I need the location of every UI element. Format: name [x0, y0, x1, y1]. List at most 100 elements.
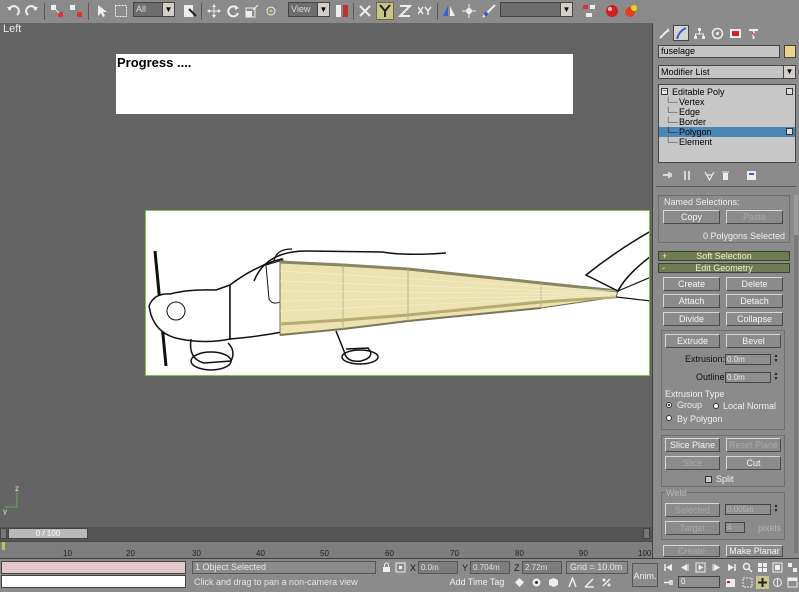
restrict-to-xy-plane-icon[interactable] [416, 2, 434, 20]
weld-threshold-spinner[interactable]: 0.005m [725, 504, 771, 515]
paste-button[interactable]: Paste [726, 210, 783, 224]
z-coordinate-field[interactable]: 2.72m [522, 561, 562, 574]
add-time-tag-button[interactable]: Add Time Tag [445, 576, 509, 588]
time-slider-next-icon[interactable] [643, 528, 650, 539]
schematic-view-icon[interactable] [580, 2, 598, 20]
extrusion-spinner[interactable]: 0.0m [725, 354, 771, 365]
show-end-result-icon[interactable] [680, 168, 694, 182]
material-editor-icon[interactable] [603, 2, 621, 20]
selection-filter-dropdown[interactable]: All ▼ [133, 2, 175, 17]
select-and-link-icon[interactable] [48, 2, 66, 20]
x-coordinate-field[interactable]: 0.0m [418, 561, 458, 574]
restrict-to-y-icon[interactable] [376, 2, 394, 20]
bevel-button[interactable]: Bevel [726, 334, 781, 348]
viewport-label[interactable]: Left [3, 23, 21, 35]
maximize-viewport-icon[interactable] [786, 576, 799, 589]
unlink-selection-icon[interactable] [67, 2, 85, 20]
make-unique-icon[interactable] [702, 168, 716, 182]
lock-selection-icon[interactable] [380, 561, 393, 574]
weld-selected-button[interactable]: Selected [665, 503, 720, 517]
delete-button[interactable]: Delete [726, 277, 783, 291]
stack-item-element[interactable]: └─ Element [659, 137, 795, 147]
select-and-manipulate-icon[interactable] [262, 2, 280, 20]
time-configuration-icon[interactable] [724, 576, 737, 589]
outline-spinner[interactable]: 0.0m [725, 372, 771, 383]
local-normal-radio[interactable] [713, 403, 719, 409]
key-mode-toggle-icon[interactable] [662, 576, 675, 589]
motion-tab-icon[interactable] [709, 25, 725, 41]
align-icon[interactable] [460, 2, 478, 20]
absolute-mode-icon[interactable] [394, 561, 407, 574]
selection-lock-toggle-icon[interactable] [547, 576, 560, 589]
weld-target-button[interactable]: Target [665, 521, 720, 535]
time-slider[interactable]: 0 / 100 [0, 527, 652, 541]
y-coordinate-field[interactable]: 0.704m [470, 561, 510, 574]
edit-geometry-rollout-header[interactable]: - Edit Geometry [658, 263, 790, 273]
stack-item-border[interactable]: └─ Border [659, 117, 795, 127]
create-shape-button[interactable]: Create Shape [663, 545, 720, 566]
detach-button[interactable]: Detach [726, 294, 783, 308]
zoom-all-icon[interactable] [756, 561, 769, 574]
restrict-to-x-icon[interactable] [356, 2, 374, 20]
arc-rotate-icon[interactable] [771, 576, 784, 589]
time-slider-prev-icon[interactable] [0, 528, 7, 539]
create-button[interactable]: Create [663, 277, 720, 291]
spinner-arrows-icon[interactable]: ▲ ▼ [773, 372, 779, 383]
attach-button[interactable]: Attach [663, 294, 720, 308]
named-selection-sets-dropdown[interactable]: ▼ [500, 2, 573, 17]
snap-toggle-icon[interactable] [566, 576, 579, 589]
use-pivot-center-icon[interactable] [333, 2, 351, 20]
split-checkbox[interactable] [705, 476, 712, 483]
maxscript-listener-input[interactable] [1, 575, 186, 588]
divide-button[interactable]: Divide [663, 312, 720, 326]
select-and-scale-icon[interactable] [243, 2, 261, 20]
by-polygon-radio[interactable] [666, 415, 672, 421]
remove-modifier-icon[interactable] [718, 168, 732, 182]
slice-button[interactable]: Slice [665, 456, 720, 470]
scrollbar-thumb[interactable] [794, 195, 798, 235]
rectangular-selection-icon[interactable] [112, 2, 130, 20]
soft-selection-rollout-header[interactable]: + Soft Selection [658, 251, 790, 261]
stack-item-polygon[interactable]: └─ Polygon [659, 127, 795, 137]
mirror-icon[interactable] [440, 2, 458, 20]
configure-modifier-sets-icon[interactable] [744, 168, 758, 182]
zoom-icon[interactable] [741, 561, 754, 574]
go-to-start-icon[interactable] [662, 561, 675, 574]
current-frame-field[interactable]: 0 [678, 576, 720, 588]
spinner-arrows-icon[interactable]: ▲ ▼ [773, 504, 779, 515]
zoom-extents-icon[interactable] [771, 561, 784, 574]
degradation-override-icon[interactable] [513, 576, 526, 589]
stack-item-vertex[interactable]: └─ Vertex [659, 97, 795, 107]
hierarchy-tab-icon[interactable] [691, 25, 707, 41]
animate-button[interactable]: Anim. [632, 563, 658, 587]
restrict-to-z-icon[interactable] [396, 2, 414, 20]
next-frame-icon[interactable] [710, 561, 723, 574]
play-icon[interactable] [694, 561, 707, 574]
collapse-toggle-icon[interactable]: − [661, 88, 668, 95]
time-slider-thumb[interactable]: 0 / 100 [8, 528, 88, 539]
select-and-move-icon[interactable] [205, 2, 223, 20]
stack-item-edge[interactable]: └─ Edge [659, 107, 795, 117]
modifier-list-dropdown[interactable]: Modifier List ▼ [658, 65, 796, 79]
redo-icon[interactable] [23, 2, 41, 20]
stack-item-editable-poly[interactable]: − Editable Poly [659, 87, 795, 97]
select-by-name-icon[interactable] [181, 2, 199, 20]
adaptive-degradation-icon[interactable] [530, 576, 543, 589]
weld-pixels-spinner[interactable]: 4 [725, 522, 745, 533]
slice-plane-button[interactable]: Slice Plane [665, 438, 720, 452]
utilities-tab-icon[interactable] [745, 25, 761, 41]
percent-snap-icon[interactable] [600, 576, 613, 589]
display-tab-icon[interactable] [727, 25, 743, 41]
zoom-extents-all-icon[interactable] [786, 561, 799, 574]
make-planar-button[interactable]: Make Planar [726, 545, 783, 557]
extrude-button[interactable]: Extrude [665, 334, 720, 348]
collapse-button[interactable]: Collapse [726, 312, 783, 326]
angle-snap-icon[interactable] [583, 576, 596, 589]
copy-button[interactable]: Copy [663, 210, 720, 224]
command-panel-scrollbar[interactable] [794, 195, 798, 553]
reset-plane-button[interactable]: Reset Plane [726, 438, 781, 452]
cut-button[interactable]: Cut [726, 456, 781, 470]
region-zoom-icon[interactable] [741, 576, 754, 589]
stack-lightbulb-icon[interactable] [786, 88, 793, 95]
select-object-icon[interactable] [93, 2, 111, 20]
